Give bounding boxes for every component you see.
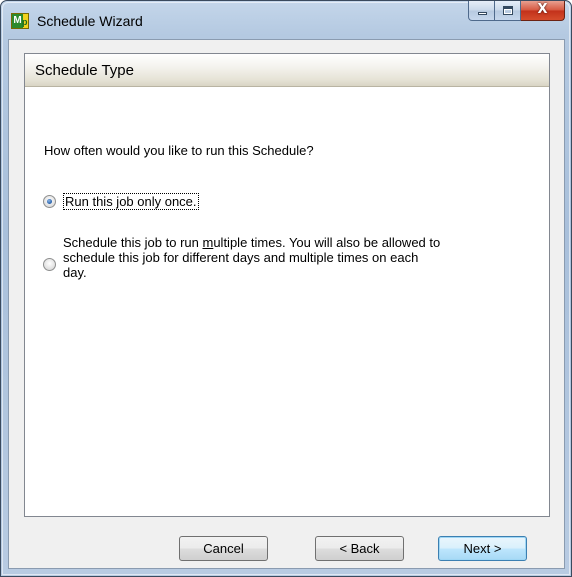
radio-run-multiple-line-3[interactable]: day. — [63, 265, 87, 280]
radio-run-once-label[interactable]: Run this job only once. — [63, 193, 199, 210]
run-once-label-text: Run this job only once. — [63, 193, 199, 210]
next-button[interactable]: Next > — [438, 536, 527, 561]
maximize-icon — [503, 6, 513, 15]
radio-run-multiple-line-2[interactable]: schedule this job for different days and… — [63, 250, 418, 265]
radio-run-multiple[interactable] — [43, 258, 56, 271]
minimize-button[interactable] — [468, 1, 495, 21]
close-icon: X — [537, 2, 548, 17]
app-icon[interactable]: Mp — [11, 13, 29, 29]
wizard-page: Schedule Type How often would you like t… — [24, 53, 550, 517]
radio-run-multiple-line-1[interactable]: Schedule this job to run multiple times.… — [63, 235, 440, 250]
schedule-wizard-window: Mp Schedule Wizard X Schedule Type How o… — [0, 0, 572, 577]
cancel-button[interactable]: Cancel — [179, 536, 268, 561]
radio-run-once[interactable] — [43, 195, 56, 208]
page-header: Schedule Type — [25, 54, 549, 87]
window-title: Schedule Wizard — [37, 13, 143, 29]
dialog-client-area: Schedule Type How often would you like t… — [8, 39, 565, 569]
page-title: Schedule Type — [35, 62, 134, 79]
title-bar[interactable]: Mp Schedule Wizard X — [1, 1, 571, 39]
caption-buttons: X — [468, 1, 565, 21]
maximize-button[interactable] — [495, 1, 521, 21]
schedule-question: How often would you like to run this Sch… — [44, 143, 314, 158]
back-button[interactable]: < Back — [315, 536, 404, 561]
minimize-icon — [478, 12, 487, 15]
close-button[interactable]: X — [521, 1, 565, 21]
